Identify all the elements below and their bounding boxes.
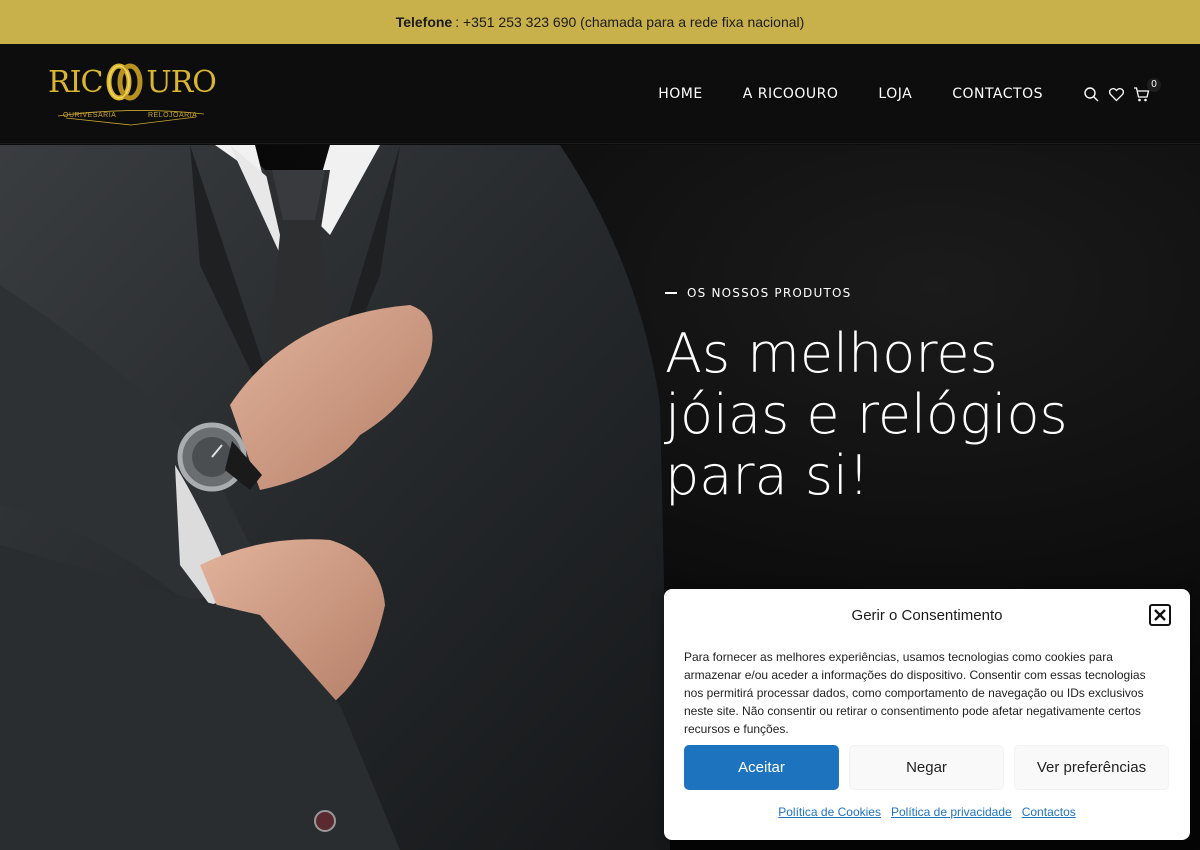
logo-word-right: URO xyxy=(146,64,216,100)
consent-title: Gerir o Consentimento xyxy=(851,607,1003,624)
logo-sub-right: RELOJOARIA xyxy=(148,112,198,119)
preferences-button[interactable]: Ver preferências xyxy=(1014,745,1169,790)
nav-a-ricoouro[interactable]: A RICOOURO xyxy=(743,86,839,102)
consent-buttons: Aceitar Negar Ver preferências xyxy=(684,745,1169,790)
accept-button[interactable]: Aceitar xyxy=(684,745,839,790)
hero-title: As melhores jóias e relógios para si! xyxy=(665,322,1068,507)
hero-eyebrow: OS NOSSOS PRODUTOS xyxy=(665,286,851,300)
privacy-policy-link[interactable]: Política de privacidade xyxy=(891,805,1012,819)
cart-count-badge: 0 xyxy=(1147,77,1161,92)
consent-text: Para fornecer as melhores experiências, … xyxy=(684,650,1146,736)
nav-loja[interactable]: LOJA xyxy=(878,86,912,102)
cookie-policy-link[interactable]: Política de Cookies xyxy=(778,805,881,819)
consent-links: Política de Cookies Política de privacid… xyxy=(664,805,1190,819)
site-header: RIC URO OURIVESARIA RELOJOARIA HOME A RI… xyxy=(0,44,1200,144)
eyebrow-dash xyxy=(665,292,677,294)
cart-icon[interactable]: 0 xyxy=(1133,77,1161,103)
heart-icon[interactable] xyxy=(1108,86,1125,103)
search-icon[interactable] xyxy=(1083,86,1100,103)
logo-word-left: RIC xyxy=(48,64,103,100)
phone-label: Telefone xyxy=(395,14,453,30)
hero-eyebrow-text: OS NOSSOS PRODUTOS xyxy=(687,286,852,300)
close-icon[interactable] xyxy=(1149,604,1171,626)
nav-contactos[interactable]: CONTACTOS xyxy=(952,86,1043,102)
main-nav: HOME A RICOOURO LOJA CONTACTOS xyxy=(658,44,1043,144)
logo-sub-left: OURIVESARIA xyxy=(63,112,117,119)
cookie-consent-dialog: Gerir o Consentimento Para fornecer as m… xyxy=(664,589,1190,840)
logo-wordmark: RIC URO xyxy=(48,60,217,104)
header-icons: 0 xyxy=(1083,44,1161,144)
ricoouro-logo[interactable]: RIC URO OURIVESARIA RELOJOARIA xyxy=(48,60,217,126)
deny-button[interactable]: Negar xyxy=(849,745,1004,790)
top-info-bar: Telefone : +351 253 323 690 (chamada par… xyxy=(0,0,1200,44)
contacts-link[interactable]: Contactos xyxy=(1022,805,1076,819)
logo-rings-icon xyxy=(106,63,143,101)
phone-text[interactable]: : +351 253 323 690 (chamada para a rede … xyxy=(455,14,804,30)
nav-home[interactable]: HOME xyxy=(658,86,702,102)
